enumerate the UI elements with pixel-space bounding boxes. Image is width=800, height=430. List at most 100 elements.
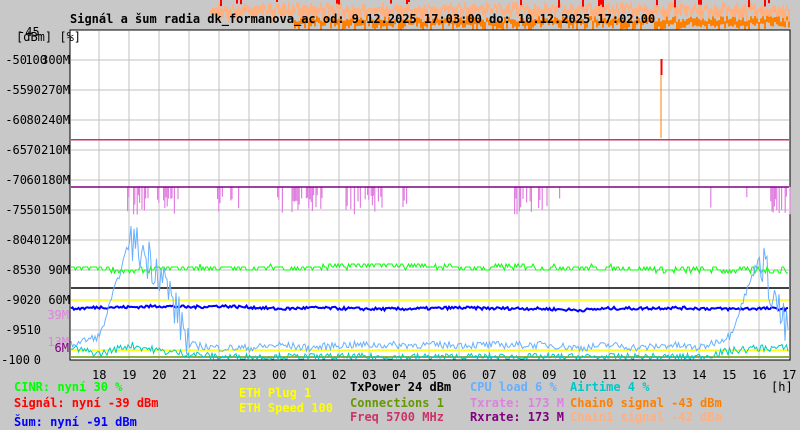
legend-noise: Šum: nyní -91 dBm: [14, 415, 137, 429]
chain0-signal-mark: [666, 16, 668, 24]
chain1-signal-mark: [498, 2, 500, 8]
txrate-bar: [315, 187, 317, 208]
y-tick-rate: 300M: [41, 53, 70, 67]
chain1-signal-mark: [446, 5, 448, 11]
chain0-signal-mark: [702, 18, 704, 25]
chain1-signal-mark: [660, 9, 662, 14]
txrate-bar: [403, 187, 405, 201]
legend-signal: Signál: nyní -39 dBm: [14, 396, 159, 410]
txrate-bar: [141, 187, 143, 209]
chain1-signal-mark: [362, 3, 364, 12]
legend-chain1: Chain1 signal -42 dBm: [570, 410, 722, 424]
y-tick-pct: 70: [26, 143, 41, 157]
chain0-signal-mark: [726, 16, 728, 24]
txrate-bar: [291, 187, 293, 213]
chain0-signal-mark: [730, 18, 732, 26]
signal-mark: [674, 0, 676, 8]
chain0-signal-mark: [786, 16, 788, 21]
chain0-signal-mark: [776, 16, 778, 25]
txrate-bar: [514, 187, 516, 215]
chain0-signal-mark: [764, 19, 766, 29]
txrate-bar: [359, 187, 361, 208]
legend-freq: Freq 5700 MHz: [350, 410, 444, 424]
chain0-signal-mark: [782, 17, 784, 27]
chain1-signal-mark: [224, 6, 226, 12]
signal-mark: [558, 0, 560, 8]
chain1-signal-mark: [676, 6, 678, 19]
txrate-bar: [277, 187, 279, 198]
chain1-signal-mark: [394, 5, 396, 11]
txrate-bar: [231, 187, 233, 200]
chain1-signal-mark: [728, 4, 730, 13]
chain1-signal-mark: [742, 6, 744, 19]
chain1-signal-mark: [774, 5, 776, 13]
txrate-bar: [784, 187, 786, 213]
chain1-signal-mark: [726, 7, 728, 18]
chain1-signal-mark: [730, 9, 732, 16]
txrate-bar: [321, 187, 323, 199]
chain1-signal-mark: [722, 2, 724, 13]
chain1-signal-mark: [464, 2, 466, 10]
chain0-signal-mark: [740, 20, 742, 26]
legend-chain0: Chain0 signal -43 dBm: [570, 396, 722, 410]
txrate-bar: [170, 187, 172, 199]
chain1-signal-mark: [758, 7, 760, 13]
y-tick-extra: 39M: [47, 308, 69, 322]
chain0-signal-mark: [688, 18, 690, 25]
chain1-signal-mark: [692, 6, 694, 14]
chain1-signal-mark: [704, 5, 706, 11]
txrate-bar: [381, 187, 383, 208]
chain0-signal-mark: [672, 17, 674, 25]
txrate-bar: [292, 187, 294, 201]
chain0-signal-mark: [714, 18, 716, 28]
txrate-bar: [128, 187, 130, 198]
chain0-signal-mark: [766, 16, 768, 23]
y-tick-rate: 210M: [41, 143, 70, 157]
chain1-signal-mark: [606, 4, 608, 10]
chain0-signal-mark: [762, 16, 764, 24]
legend-cpu: CPU load 6 %: [470, 380, 557, 394]
txrate-bar: [346, 187, 348, 206]
txrate-bar: [775, 187, 777, 200]
legend-txrate: Txrate: 173 M: [470, 396, 564, 410]
chain0-signal-mark: [722, 16, 724, 25]
chain1-signal-mark: [696, 8, 698, 14]
chain0-signal-mark: [678, 19, 680, 30]
y-tick-pct: 10: [26, 323, 41, 337]
txrate-bar: [238, 187, 240, 209]
txrate-bar: [538, 187, 540, 209]
y-tick-dbm: -80: [5, 233, 27, 247]
chain0-signal-mark: [772, 17, 774, 27]
chain1-signal-mark: [754, 3, 756, 15]
chain1-signal-mark: [572, 5, 574, 11]
txrate-bar: [380, 187, 382, 197]
chain0-signal-mark: [696, 16, 698, 27]
chain1-signal-mark: [526, 4, 528, 11]
y-tick-pct: 60: [26, 173, 41, 187]
signal-mark: [768, 0, 770, 4]
txrate-bar: [357, 187, 359, 202]
chain1-signal-mark: [684, 6, 686, 15]
txrate-bar: [406, 187, 408, 204]
chain1-signal-mark: [664, 9, 666, 21]
chain0-signal-mark: [682, 19, 684, 28]
chain1-signal-mark: [752, 5, 754, 10]
chain1-signal-mark: [738, 7, 740, 20]
txrate-bar: [139, 187, 141, 203]
txrate-bar: [771, 187, 773, 212]
y-tick-pct: 80: [26, 113, 41, 127]
txrate-bar: [171, 187, 173, 199]
x-tick: 14: [692, 368, 707, 382]
txrate-bar: [773, 187, 775, 207]
chain1-signal-mark: [336, 3, 338, 9]
signal-mark: [408, 0, 410, 3]
txrate-bar: [173, 187, 175, 214]
legend-connections-label: Connections: [350, 396, 430, 410]
signal-mark: [338, 0, 340, 5]
chain0-signal-mark: [760, 18, 762, 24]
y-tick-rate: 150M: [41, 203, 70, 217]
chain0-signal-mark: [656, 21, 658, 30]
txrate-bar: [529, 187, 531, 202]
x-tick: 13: [662, 368, 677, 382]
txrate-bar: [772, 187, 774, 213]
